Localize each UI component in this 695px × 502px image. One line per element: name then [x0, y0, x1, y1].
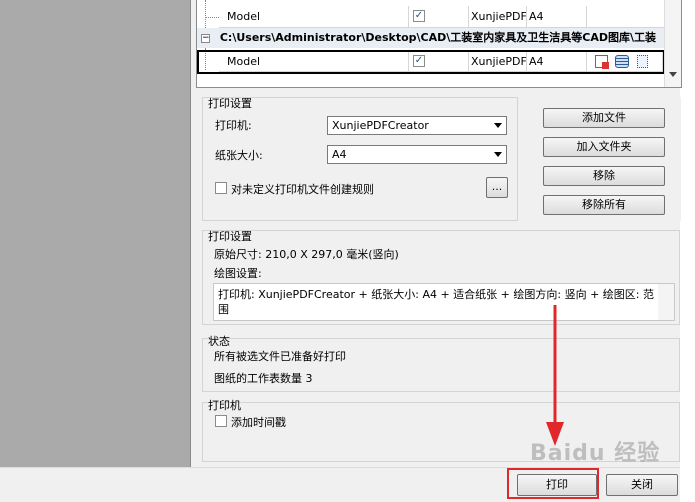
remove-button[interactable]: 移除 [543, 166, 665, 186]
create-rule-label: 对未定义打印机文件创建规则 [231, 183, 374, 196]
print-checkbox-cell[interactable]: ✓ [409, 6, 469, 28]
options-cell [587, 6, 665, 28]
options-cell [587, 52, 663, 72]
draw-settings-value: 打印机: XunjiePDFCreator + 纸张大小: A4 + 适合纸张 … [218, 288, 654, 316]
draw-settings-text[interactable]: 打印机: XunjiePDFCreator + 纸张大小: A4 + 适合纸张 … [213, 283, 675, 321]
paper-size-select[interactable]: A4 [327, 145, 507, 164]
sheet-icon[interactable] [637, 55, 648, 68]
printer-label: 打印机: [215, 119, 252, 132]
highlight-box [507, 468, 599, 499]
panel-title: 状态 [208, 335, 230, 348]
panel-title: 打印机 [208, 399, 241, 412]
sheet-name: Model [219, 6, 409, 28]
printer-select-value: XunjiePDFCreator [332, 119, 429, 132]
table-row-selected[interactable]: Model ✓ XunjiePDF A4 [197, 50, 665, 74]
folder-group-header[interactable]: − C:\Users\Administrator\Desktop\CAD\工装室… [197, 28, 665, 48]
sheet-name: Model [219, 52, 409, 72]
printer-cell: XunjiePDF [469, 52, 527, 72]
close-button[interactable]: 关闭 [606, 474, 678, 496]
textbox-scrollbar[interactable] [658, 284, 674, 320]
file-grid[interactable]: Model ✓ XunjiePDF A4 − C:\Users\Administ… [196, 0, 682, 88]
original-size-text: 原始尺寸: 210,0 X 297,0 毫米(竖向) [214, 248, 399, 261]
watermark: Baidu 经验 [530, 441, 661, 466]
folder-path: C:\Users\Administrator\Desktop\CAD\工装室内家… [219, 31, 657, 44]
table-row[interactable]: Model ✓ XunjiePDF A4 [197, 6, 665, 28]
panel-title: 打印设置 [208, 97, 252, 110]
print-checkbox[interactable]: ✓ [413, 10, 425, 22]
add-folder-button[interactable]: 加入文件夹 [543, 137, 665, 157]
right-strip [680, 0, 695, 502]
paper-size-label: 纸张大小: [215, 149, 263, 162]
add-file-button[interactable]: 添加文件 [543, 108, 665, 128]
printer-select[interactable]: XunjiePDFCreator [327, 116, 507, 135]
timestamp-label: 添加时间戳 [231, 416, 286, 429]
create-rule-checkbox[interactable] [215, 182, 227, 194]
grid-scrollbar[interactable] [664, 0, 681, 87]
remove-all-button[interactable]: 移除所有 [543, 195, 665, 215]
timestamp-checkbox[interactable] [215, 415, 227, 427]
panel-title: 打印设置 [208, 230, 252, 243]
layers-icon[interactable] [615, 55, 629, 68]
status-line: 所有被选文件已准备好打印 [214, 350, 346, 363]
draw-settings-label: 绘图设置: [214, 267, 262, 280]
paper-size-value: A4 [332, 148, 347, 161]
chevron-down-icon [494, 123, 502, 128]
paper-cell: A4 [527, 6, 587, 28]
sheet-count-text: 图纸的工作表数量 3 [214, 372, 313, 385]
browse-button[interactable]: ... [486, 177, 508, 198]
left-pane [0, 0, 190, 467]
chevron-down-icon [494, 152, 502, 157]
collapse-icon[interactable]: − [201, 33, 210, 43]
paper-cell: A4 [527, 52, 587, 72]
print-checkbox-cell[interactable]: ✓ [409, 52, 469, 72]
scroll-down-icon[interactable] [669, 72, 677, 77]
print-checkbox[interactable]: ✓ [413, 55, 425, 67]
red-arrow-annotation [546, 305, 564, 446]
printer-cell: XunjiePDF [469, 6, 527, 28]
page-setup-icon[interactable] [595, 55, 609, 69]
